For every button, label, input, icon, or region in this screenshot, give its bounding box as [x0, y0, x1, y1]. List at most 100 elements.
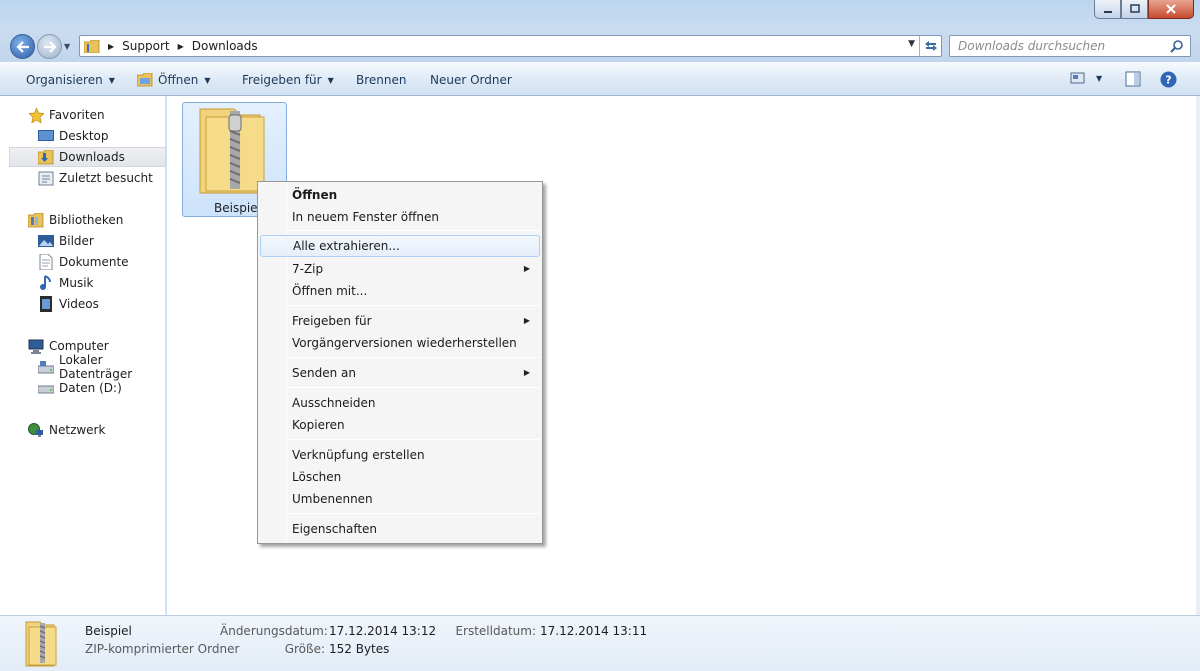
- back-button[interactable]: [10, 34, 35, 59]
- menu-separator: [288, 439, 540, 440]
- svg-text:?: ?: [1165, 74, 1171, 87]
- nav-label: Favoriten: [49, 108, 105, 122]
- help-button[interactable]: ?: [1160, 71, 1177, 91]
- nav-label: Desktop: [59, 129, 109, 143]
- menu-item-properties[interactable]: Eigenschaften: [260, 518, 540, 540]
- preview-pane-button[interactable]: [1125, 71, 1141, 90]
- menu-item-label: Löschen: [292, 470, 342, 484]
- share-button[interactable]: Freigeben für ▼: [242, 73, 334, 87]
- search-input[interactable]: [958, 39, 1158, 53]
- details-size-value: 152 Bytes: [329, 642, 390, 656]
- chevron-down-icon: ▼: [108, 75, 115, 85]
- zip-folder-icon: [25, 621, 57, 667]
- nav-data-disk[interactable]: Daten (D:): [0, 378, 166, 398]
- menu-item-rename[interactable]: Umbenennen: [260, 488, 540, 510]
- menu-item-label: Eigenschaften: [292, 522, 378, 536]
- minimize-button[interactable]: [1094, 0, 1121, 19]
- menu-item-label: Umbenennen: [292, 492, 373, 506]
- menu-item-send-to[interactable]: Senden an ▶: [260, 362, 540, 384]
- details-file-name: Beispiel: [85, 624, 132, 638]
- menu-item-extract-all[interactable]: Alle extrahieren...: [260, 235, 540, 257]
- menu-separator: [288, 230, 540, 231]
- nav-favorites[interactable]: Favoriten: [0, 105, 166, 125]
- menu-item-label: Ausschneiden: [292, 396, 376, 410]
- search-icon[interactable]: [1170, 39, 1184, 53]
- organize-button[interactable]: Organisieren ▼: [26, 73, 115, 87]
- back-arrow-icon: [15, 40, 29, 53]
- nav-label: Dokumente: [59, 255, 129, 269]
- vertical-scrollbar[interactable]: [1196, 96, 1200, 615]
- menu-item-share-with[interactable]: Freigeben für ▶: [260, 310, 540, 332]
- close-button[interactable]: [1148, 0, 1194, 19]
- forward-arrow-icon: [43, 40, 57, 53]
- menu-item-restore-versions[interactable]: Vorgängerversionen wiederherstellen: [260, 332, 540, 354]
- details-pane: Beispiel ZIP-komprimierter Ordner Änderu…: [0, 615, 1200, 671]
- menu-item-label: 7-Zip: [292, 262, 324, 276]
- nav-label: Computer: [49, 339, 109, 353]
- maximize-button[interactable]: [1121, 0, 1148, 19]
- new-folder-button[interactable]: Neuer Ordner: [430, 73, 512, 87]
- maximize-icon: [1129, 4, 1140, 13]
- nav-recent-places[interactable]: Zuletzt besucht: [0, 168, 166, 188]
- refresh-button[interactable]: [919, 36, 941, 56]
- navigation-pane: Favoriten Desktop Downloads Zuletzt besu…: [0, 96, 166, 615]
- address-bar[interactable]: ▶ Support ▶ Downloads ▼: [79, 35, 942, 57]
- nav-network[interactable]: Netzwerk: [0, 420, 166, 440]
- burn-label: Brennen: [356, 73, 407, 87]
- breadcrumb-separator-icon[interactable]: ▶: [108, 42, 114, 51]
- nav-downloads[interactable]: Downloads: [9, 147, 166, 167]
- menu-item-cut[interactable]: Ausschneiden: [260, 392, 540, 414]
- menu-separator: [288, 305, 540, 306]
- nav-label: Bibliotheken: [49, 213, 124, 227]
- nav-music[interactable]: Musik: [0, 273, 166, 293]
- view-options-chevron-down-icon[interactable]: ▼: [1096, 74, 1102, 83]
- submenu-arrow-icon: ▶: [523, 368, 530, 377]
- recent-locations-chevron-down-icon[interactable]: ▼: [64, 42, 70, 51]
- computer-icon: [28, 338, 44, 354]
- pictures-icon: [38, 233, 54, 249]
- breadcrumb-support[interactable]: Support: [122, 39, 169, 53]
- search-box[interactable]: [949, 35, 1191, 57]
- menu-separator: [288, 357, 540, 358]
- details-modified-label: Änderungsdatum:: [220, 624, 328, 638]
- menu-item-7zip[interactable]: 7-Zip ▶: [260, 258, 540, 280]
- nav-label: Lokaler Datenträger: [59, 353, 133, 381]
- menu-separator: [288, 513, 540, 514]
- nav-pictures[interactable]: Bilder: [0, 231, 166, 251]
- burn-button[interactable]: Brennen: [356, 73, 406, 87]
- recent-places-icon: [38, 170, 54, 186]
- help-icon: ?: [1160, 71, 1177, 88]
- nav-libraries[interactable]: Bibliotheken: [0, 210, 166, 230]
- share-label: Freigeben für: [242, 73, 322, 87]
- desktop-icon: [38, 128, 54, 144]
- context-menu: Öffnen In neuem Fenster öffnen Alle extr…: [257, 181, 543, 544]
- nav-documents[interactable]: Dokumente: [0, 252, 166, 272]
- music-icon: [38, 275, 54, 291]
- menu-item-label: In neuem Fenster öffnen: [292, 210, 439, 224]
- menu-item-open[interactable]: Öffnen: [260, 184, 540, 206]
- close-icon: [1166, 4, 1176, 14]
- documents-icon: [38, 254, 54, 270]
- forward-button[interactable]: [37, 34, 62, 59]
- chevron-down-icon: ▼: [204, 75, 211, 85]
- menu-item-open-new-window[interactable]: In neuem Fenster öffnen: [260, 206, 540, 228]
- libraries-icon: [28, 212, 44, 228]
- nav-desktop[interactable]: Desktop: [0, 126, 166, 146]
- nav-videos[interactable]: Videos: [0, 294, 166, 314]
- change-view-button[interactable]: [1070, 71, 1086, 88]
- nav-local-disk[interactable]: Lokaler Datenträger: [0, 353, 166, 381]
- open-button[interactable]: Öffnen ▼: [137, 73, 210, 87]
- new-folder-label: Neuer Ordner: [430, 73, 512, 87]
- menu-item-create-shortcut[interactable]: Verknüpfung erstellen: [260, 444, 540, 466]
- address-history-chevron-down-icon[interactable]: ▼: [908, 39, 915, 49]
- open-folder-icon: [137, 73, 153, 87]
- menu-item-delete[interactable]: Löschen: [260, 466, 540, 488]
- breadcrumb-downloads[interactable]: Downloads: [192, 39, 258, 53]
- details-modified-value: 17.12.2014 13:12: [329, 624, 437, 638]
- nav-label: Bilder: [59, 234, 94, 248]
- command-bar: Organisieren ▼ Öffnen ▼ Freigeben für ▼ …: [0, 62, 1200, 96]
- menu-item-copy[interactable]: Kopieren: [260, 414, 540, 436]
- menu-item-open-with[interactable]: Öffnen mit...: [260, 280, 540, 302]
- minimize-icon: [1103, 11, 1112, 13]
- breadcrumb-separator-icon[interactable]: ▶: [178, 42, 184, 51]
